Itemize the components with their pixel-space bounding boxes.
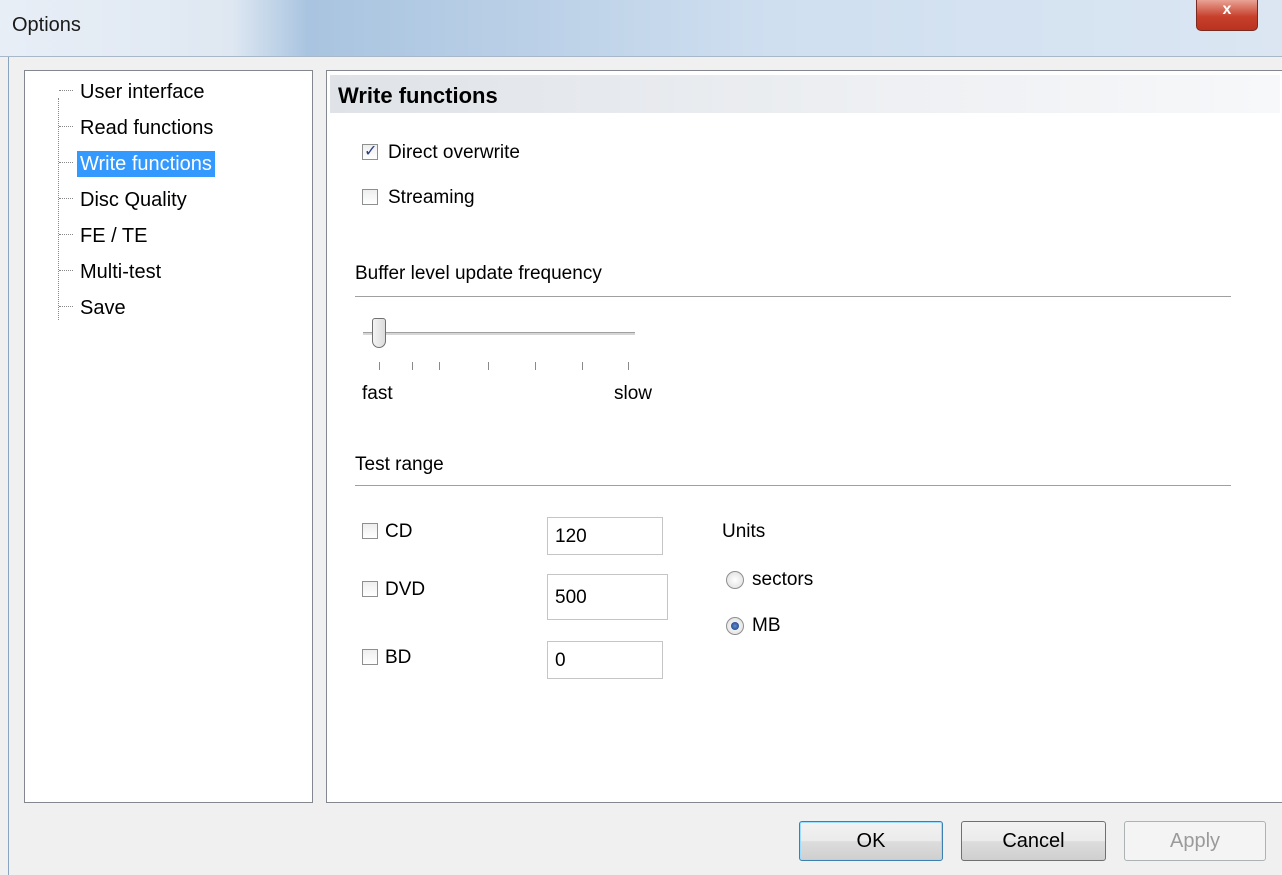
bd-label[interactable]: BD — [385, 647, 411, 669]
slider-tick — [412, 362, 413, 370]
tree-item-label: Write functions — [77, 151, 215, 177]
cd-label[interactable]: CD — [385, 521, 412, 543]
bd-checkbox[interactable] — [362, 649, 378, 665]
apply-button[interactable]: Apply — [1124, 821, 1266, 861]
tree-item-user-interface[interactable]: User interface — [59, 81, 208, 111]
page-header: Write functions — [330, 75, 1280, 113]
slider-tick — [379, 362, 380, 370]
buffer-group-title: Buffer level update frequency — [355, 263, 602, 284]
mb-radio[interactable] — [726, 617, 744, 635]
tree-item-multi-test[interactable]: Multi-test — [59, 261, 164, 291]
slider-tick — [582, 362, 583, 370]
dvd-checkbox[interactable] — [362, 581, 378, 597]
streaming-label[interactable]: Streaming — [388, 187, 475, 209]
test-range-title: Test range — [355, 454, 444, 475]
tree-item-save[interactable]: Save — [59, 297, 129, 327]
units-title: Units — [722, 521, 766, 542]
close-icon: x — [1222, 1, 1232, 18]
ok-button[interactable]: OK — [799, 821, 943, 861]
test-range-separator — [355, 485, 1231, 487]
slider-tick — [628, 362, 629, 370]
sectors-radio[interactable] — [726, 571, 744, 589]
mb-label[interactable]: MB — [752, 615, 781, 637]
streaming-checkbox[interactable] — [362, 189, 378, 205]
slider-min-label: fast — [362, 383, 393, 404]
title-bar[interactable]: Options x — [0, 0, 1282, 57]
tree-item-fe-te[interactable]: FE / TE — [59, 225, 150, 255]
dvd-label[interactable]: DVD — [385, 579, 425, 601]
slider-max-label: slow — [614, 383, 653, 404]
tree-item-read-functions[interactable]: Read functions — [59, 117, 216, 147]
window-title: Options — [12, 14, 81, 36]
options-dialog: Options x User interface Read functions … — [0, 0, 1282, 875]
write-functions-page: Write functions Direct overwrite Streami… — [326, 70, 1282, 803]
page-title: Write functions — [338, 83, 498, 108]
direct-overwrite-checkbox[interactable] — [362, 141, 378, 161]
dialog-client-area: User interface Read functions Write func… — [8, 57, 1282, 875]
slider-tick — [488, 362, 489, 370]
direct-overwrite-label[interactable]: Direct overwrite — [388, 142, 520, 164]
close-button[interactable]: x — [1196, 0, 1258, 31]
cd-checkbox[interactable] — [362, 523, 378, 539]
dvd-range-input[interactable]: 500 — [547, 574, 668, 620]
slider-tick — [535, 362, 536, 370]
cancel-button[interactable]: Cancel — [961, 821, 1106, 861]
bd-range-input[interactable]: 0 — [547, 641, 663, 679]
tree-item-label: Read functions — [80, 117, 214, 139]
cd-range-input[interactable]: 120 — [547, 517, 663, 555]
buffer-group-separator — [355, 296, 1231, 298]
tree-item-label: User interface — [80, 81, 205, 103]
tree-item-label: FE / TE — [80, 225, 148, 247]
buffer-slider-track[interactable] — [363, 332, 635, 335]
options-tree: User interface Read functions Write func… — [24, 70, 313, 803]
tree-item-write-functions[interactable]: Write functions — [59, 151, 215, 183]
tree-item-label: Save — [80, 297, 126, 319]
slider-tick — [439, 362, 440, 370]
tree-item-disc-quality[interactable]: Disc Quality — [59, 189, 190, 219]
tree-item-label: Multi-test — [80, 261, 162, 283]
sectors-label[interactable]: sectors — [752, 569, 813, 591]
tree-item-label: Disc Quality — [80, 189, 187, 211]
buffer-slider-thumb[interactable] — [372, 318, 386, 348]
